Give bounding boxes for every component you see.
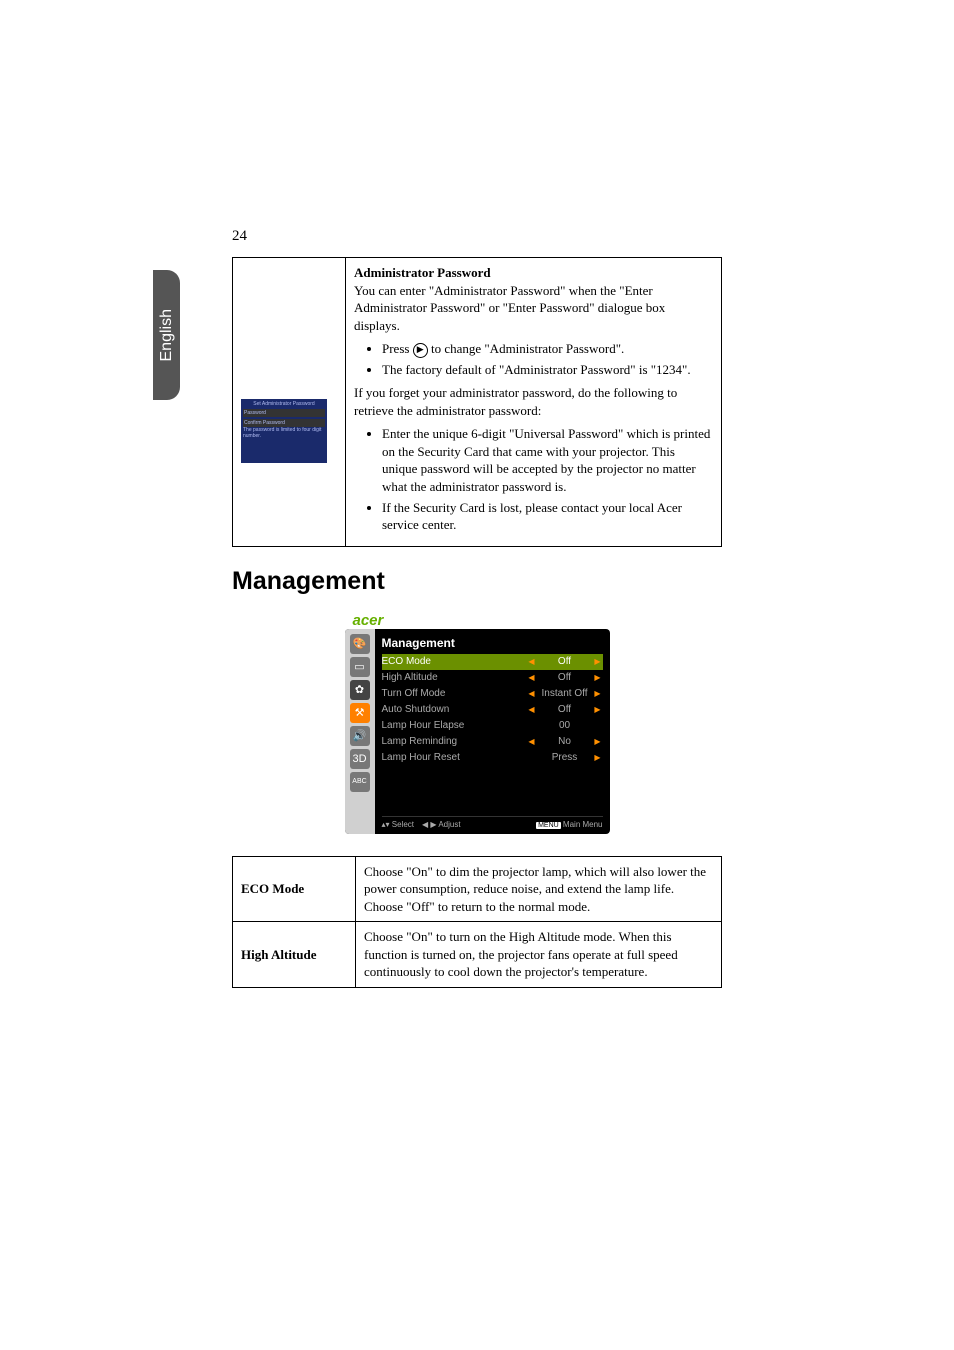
language-side-tab: English: [153, 270, 180, 400]
eco-mode-label: ECO Mode: [241, 881, 304, 896]
management-settings-table: ECO Mode Choose "On" to dim the projecto…: [232, 856, 722, 988]
speaker-icon: 🔊: [350, 726, 370, 746]
right-arrow-icon: ▶: [413, 343, 428, 358]
gear-icon: ✿: [350, 680, 370, 700]
bullet-security-card-lost: If the Security Card is lost, please con…: [382, 499, 713, 534]
osd-row: Turn Off Mode◀Instant Off▶: [382, 686, 603, 702]
management-heading: Management: [232, 567, 722, 596]
bullet-press-change: Press ▶ to change "Administrator Passwor…: [382, 340, 713, 358]
osd-row: Lamp Hour ResetPress▶: [382, 750, 603, 766]
threed-icon: 3D: [350, 749, 370, 769]
high-altitude-label: High Altitude: [241, 947, 317, 962]
bullet-universal-password: Enter the unique 6-digit "Universal Pass…: [382, 425, 713, 495]
language-icon: ABC: [350, 772, 370, 792]
osd-title: Management: [382, 636, 603, 650]
osd-row: High Altitude◀Off▶: [382, 670, 603, 686]
osd-row: Auto Shutdown◀Off▶: [382, 702, 603, 718]
tools-icon: ⚒: [350, 703, 370, 723]
palette-icon: 🎨: [350, 634, 370, 654]
osd-row: Lamp Reminding◀No▶: [382, 734, 603, 750]
eco-mode-desc: Choose "On" to dim the projector lamp, w…: [356, 856, 722, 922]
forgot-password-intro: If you forget your administrator passwor…: [354, 385, 677, 418]
osd-row: Lamp Hour Elapse00: [382, 718, 603, 734]
language-side-tab-label: English: [158, 309, 176, 361]
osd-management-screenshot: acer 🎨 ▭ ✿ ⚒ 🔊 3D ABC Management ECO Mod…: [345, 612, 610, 834]
bullet-factory-default: The factory default of "Administrator Pa…: [382, 361, 713, 379]
admin-password-intro: You can enter "Administrator Password" w…: [354, 283, 665, 333]
set-admin-password-screenshot: Set Administrator Password Password Conf…: [241, 399, 327, 463]
image-icon: ▭: [350, 657, 370, 677]
osd-row: ECO Mode◀Off▶: [382, 654, 603, 670]
administrator-password-table: Set Administrator Password Password Conf…: [232, 257, 722, 547]
osd-brand: acer: [345, 612, 610, 629]
osd-footer: ▴▾ Select ◀ ▶ Adjust MENU Main Menu: [382, 816, 603, 829]
page-number: 24: [232, 228, 722, 245]
admin-password-heading: Administrator Password: [354, 265, 491, 280]
high-altitude-desc: Choose "On" to turn on the High Altitude…: [356, 922, 722, 988]
